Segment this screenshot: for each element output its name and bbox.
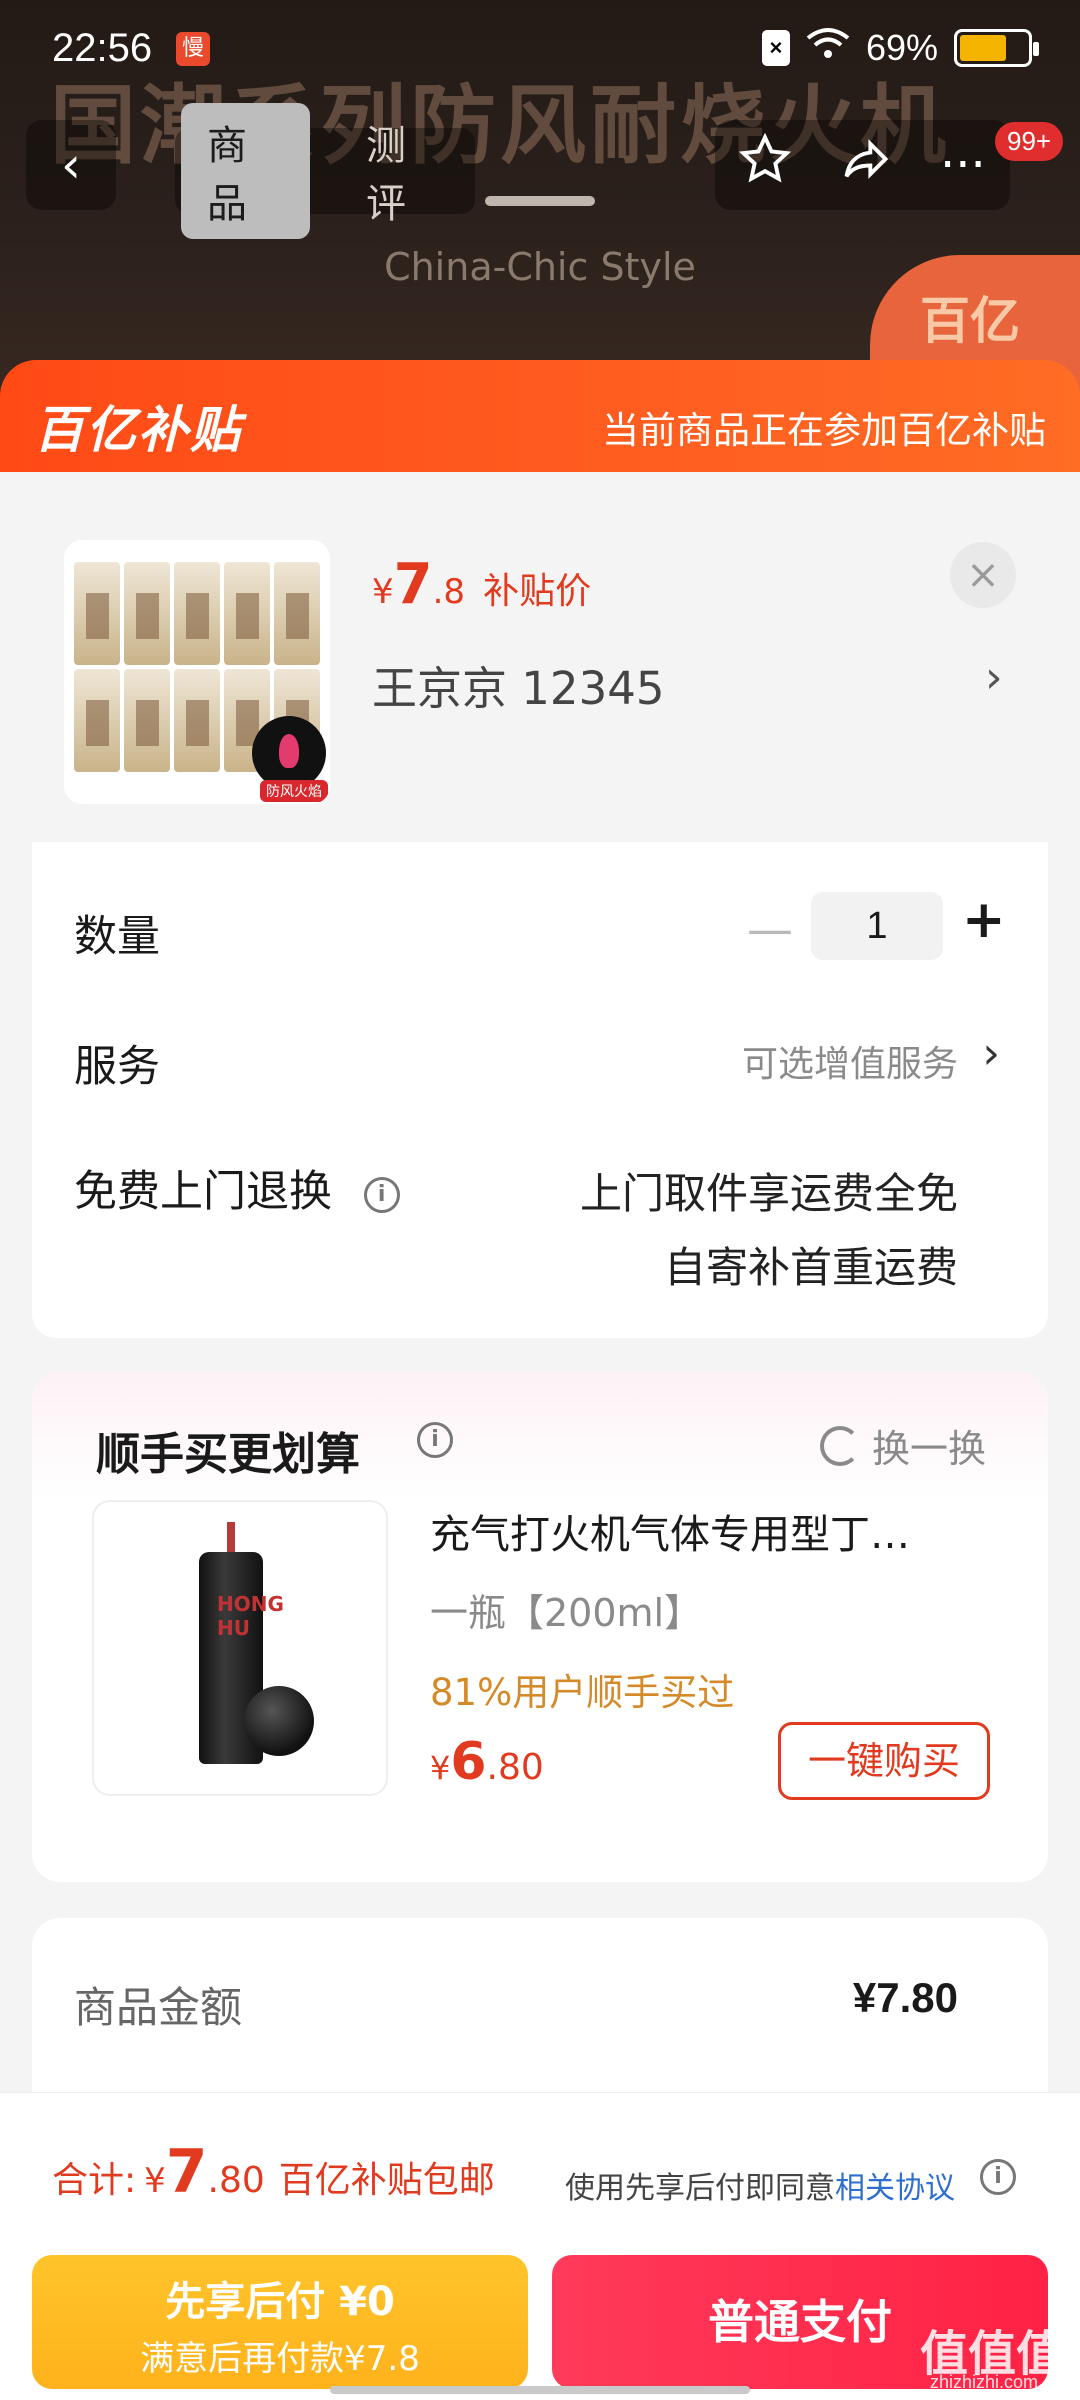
- selected-variant[interactable]: 王京京 12345: [372, 652, 664, 717]
- can-cap-image: [244, 1686, 314, 1756]
- recommendation-card: 顺手买更划算 i 换一换 HONG HU 充气打火机气体专用型丁… 一瓶【200…: [32, 1372, 1048, 1882]
- agreement-info-icon[interactable]: i: [980, 2159, 1016, 2195]
- free-shipping-text: 百亿补贴包邮: [278, 2160, 495, 2201]
- back-button[interactable]: ‹: [26, 120, 116, 210]
- swap-label: 换一换: [871, 1427, 986, 1471]
- wifi-icon: [806, 26, 850, 69]
- top-actions: ···: [715, 120, 1010, 210]
- amount-label: 商品金额: [74, 1983, 243, 2032]
- total-label: 合计:: [52, 2160, 137, 2201]
- total-integer: 7: [165, 2137, 208, 2207]
- chevron-left-icon: ‹: [61, 136, 81, 194]
- price-integer: 7: [393, 552, 433, 617]
- recommendation-name[interactable]: 充气打火机气体专用型丁…: [430, 1502, 990, 1560]
- message-count-badge: 99+: [995, 122, 1064, 161]
- total-decimal: .80: [207, 2160, 265, 2201]
- share-icon[interactable]: [840, 133, 892, 197]
- tab-review[interactable]: 测评: [340, 103, 469, 239]
- total-symbol: ¥: [144, 2161, 166, 2201]
- rec-price-decimal: .80: [486, 1747, 544, 1788]
- product-summary: 防风火焰 ¥ 7 .8 补贴价 王京京 12345 › ×: [0, 472, 1080, 842]
- tab-product[interactable]: 商品: [181, 103, 310, 239]
- return-label: 免费上门退换 i: [74, 1157, 400, 1219]
- recommendation-image[interactable]: HONG HU: [92, 1500, 388, 1796]
- swap-button[interactable]: 换一换: [819, 1418, 986, 1473]
- thumbnail-tag: 防风火焰: [260, 780, 328, 802]
- pay-later-title: 先享后付 ¥0: [165, 2279, 395, 2325]
- pay-later-subtitle: 满意后再付款¥7.8: [140, 2339, 420, 2379]
- order-total: 合计: ¥ 7 .80 百亿补贴包邮: [52, 2137, 495, 2207]
- product-thumbnail[interactable]: 防风火焰: [64, 540, 330, 804]
- quantity-label: 数量: [74, 912, 160, 962]
- return-label-text: 免费上门退换: [74, 1167, 332, 1217]
- flame-icon: [252, 716, 326, 790]
- service-label: 服务: [74, 1042, 160, 1092]
- more-icon[interactable]: ···: [940, 137, 986, 193]
- agreement-text: 使用先享后付即同意相关协议: [565, 2163, 955, 2207]
- tab-indicator: [485, 196, 595, 206]
- rec-price-symbol: ¥: [430, 1749, 451, 1787]
- hero-badge-text: 百亿: [920, 292, 1020, 350]
- options-card: 数量 — 1 + 服务 可选增值服务 › 免费上门退换 i 上门取件享运费全免 …: [32, 842, 1048, 1338]
- agreement-link[interactable]: 相关协议: [835, 2171, 955, 2206]
- return-line-2: 自寄补首重运费: [663, 1243, 958, 1292]
- agreement-prefix: 使用先享后付即同意: [565, 2171, 835, 2206]
- recommendation-title: 顺手买更划算: [96, 1429, 360, 1480]
- quantity-input[interactable]: 1: [811, 892, 943, 960]
- amount-card: 商品金额 ¥7.80: [32, 1918, 1048, 2118]
- status-time: 22:56: [52, 26, 153, 70]
- subsidy-notice: 当前商品正在参加百亿补贴: [602, 409, 1046, 452]
- recommendation-info-icon[interactable]: i: [417, 1422, 453, 1458]
- subsidy-logo: 百亿补贴: [34, 401, 242, 459]
- pay-later-button[interactable]: 先享后付 ¥0 满意后再付款¥7.8: [32, 2255, 528, 2389]
- recommendation-price: ¥ 6 .80: [430, 1732, 544, 1792]
- recommendation-spec: 一瓶【200ml】: [430, 1591, 703, 1635]
- service-value[interactable]: 可选增值服务: [742, 1035, 958, 1087]
- service-chevron-icon[interactable]: ›: [982, 1028, 1000, 1079]
- one-click-buy-button[interactable]: 一键购买: [778, 1722, 990, 1800]
- watermark-url: zhizhizhi.com: [930, 2372, 1039, 2392]
- recommendation-social-proof: 81%用户顺手买过: [430, 1671, 735, 1714]
- refresh-icon: [819, 1425, 860, 1466]
- price-symbol: ¥: [372, 572, 394, 612]
- star-icon[interactable]: [739, 132, 792, 197]
- product-price: ¥ 7 .8 补贴价: [372, 552, 591, 617]
- notification-icon: 慢: [176, 32, 210, 66]
- price-tag: 补贴价: [483, 571, 592, 612]
- battery-percent: 69%: [865, 26, 938, 68]
- battery-icon: [954, 28, 1039, 67]
- home-indicator[interactable]: [330, 2386, 750, 2394]
- checkout-bar: 合计: ¥ 7 .80 百亿补贴包邮 使用先享后付即同意相关协议 i 先享后付 …: [0, 2092, 1080, 2400]
- close-button[interactable]: ×: [950, 542, 1016, 608]
- can-label: HONG HU: [217, 1592, 284, 1640]
- quantity-minus-button[interactable]: —: [747, 902, 793, 956]
- no-sim-icon: ×: [761, 29, 790, 66]
- battery-level: [960, 34, 1006, 61]
- quantity-plus-button[interactable]: +: [962, 890, 1006, 950]
- status-bar: 22:56 慢 × 69%: [0, 0, 1080, 100]
- info-icon[interactable]: i: [363, 1176, 400, 1213]
- chevron-right-icon[interactable]: ›: [985, 652, 1003, 703]
- rec-price-integer: 6: [450, 1732, 487, 1792]
- status-right: × 69%: [761, 26, 1039, 69]
- return-line-1: 上门取件享运费全免: [579, 1169, 958, 1218]
- top-tabs: 商品 测评: [175, 103, 475, 239]
- amount-value: ¥7.80: [852, 1974, 958, 2021]
- price-decimal: .8: [432, 572, 466, 612]
